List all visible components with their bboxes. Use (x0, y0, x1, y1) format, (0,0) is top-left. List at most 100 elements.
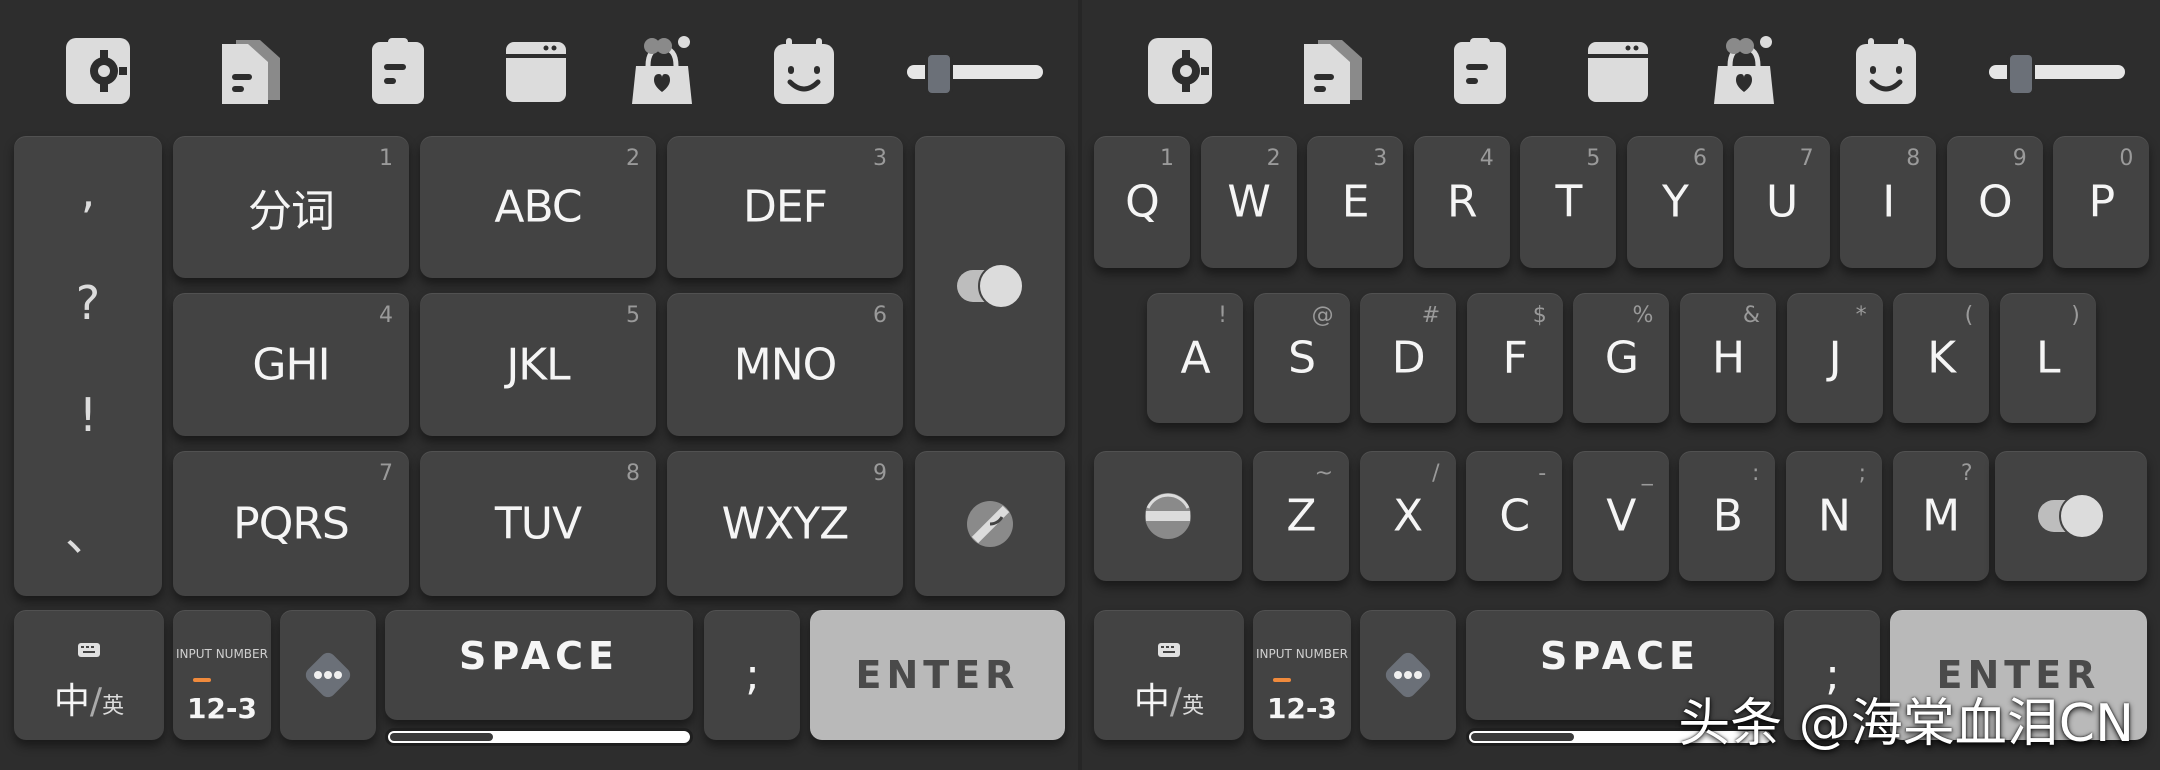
key-secondary: # (1421, 303, 1441, 328)
key-e[interactable]: 3E (1307, 136, 1404, 268)
emoji-calendar-icon[interactable] (1852, 36, 1920, 106)
key-q[interactable]: 1Q (1094, 136, 1190, 268)
key-secondary: @ (1311, 303, 1334, 328)
t9-key-3[interactable]: 3 DEF (667, 136, 903, 278)
favorites-bag-icon[interactable] (628, 36, 696, 106)
keyboard-icon (1158, 643, 1180, 657)
punct-comma[interactable]: , (14, 164, 162, 218)
key-x[interactable]: / X (1359, 451, 1456, 581)
key-secondary: ; (1858, 461, 1866, 486)
key-o[interactable]: 9O (1946, 136, 2043, 268)
emoji-calendar-icon[interactable] (770, 36, 838, 106)
clipboard-icon[interactable] (1446, 36, 1514, 106)
punct-question[interactable]: ? (14, 276, 162, 330)
key-c[interactable]: -C (1466, 451, 1563, 581)
more-options-key[interactable] (1360, 610, 1456, 740)
punct-exclamation[interactable]: ! (14, 388, 162, 442)
t9-key-4[interactable]: 4 GHI (173, 293, 409, 436)
key-s[interactable]: @ S (1253, 293, 1350, 423)
key-k[interactable]: (K (1893, 293, 1990, 423)
key-label: T (1555, 176, 1582, 228)
t9-key-8[interactable]: 8 TUV (420, 451, 656, 596)
key-i[interactable]: 8I (1840, 136, 1937, 268)
clipboard-icon[interactable] (364, 36, 432, 106)
key-r[interactable]: 4R (1413, 136, 1510, 268)
settings-icon[interactable] (64, 36, 132, 106)
key-d[interactable]: # D (1360, 293, 1457, 423)
key-number: 5 (626, 303, 640, 328)
t9-key-7[interactable]: 7 PQRS (173, 451, 409, 596)
key-n[interactable]: ; N (1786, 451, 1882, 581)
semicolon-key[interactable]: ; (704, 610, 800, 740)
key-w[interactable]: 2W (1200, 136, 1297, 268)
key-l[interactable]: ) L (1999, 293, 2096, 423)
t9-key-9[interactable]: 9 WXYZ (667, 451, 903, 596)
window-icon[interactable] (502, 36, 570, 106)
key-label: ABC (494, 181, 582, 233)
space-label: SPACE (459, 634, 619, 679)
key-z[interactable]: ~ Z (1253, 451, 1349, 581)
keyboard-height-slider[interactable] (1989, 50, 2125, 96)
key-number: 8 (626, 461, 640, 486)
punctuation-column[interactable]: , ? ! 、 (14, 136, 162, 596)
t9-key-5[interactable]: 5 JKL (420, 293, 656, 436)
key-secondary: 3 (1373, 146, 1388, 171)
punct-enumeration-comma[interactable]: 、 (14, 498, 162, 564)
key-h[interactable]: & H (1680, 293, 1776, 423)
input-number-value: 12-3 (186, 692, 258, 725)
toggle-key[interactable] (1995, 451, 2147, 581)
key-label: R (1447, 176, 1478, 228)
key-secondary: _ (1641, 461, 1653, 486)
key-number: 2 (626, 146, 640, 171)
enter-key[interactable]: ENTER (810, 610, 1065, 740)
document-icon[interactable] (1298, 36, 1366, 106)
key-a[interactable]: ! A (1147, 293, 1243, 423)
key-secondary: 0 (2119, 146, 2134, 171)
slider-thumb[interactable] (925, 52, 953, 96)
key-number: 6 (873, 303, 887, 328)
favorites-bag-icon[interactable] (1710, 36, 1778, 106)
semicolon-label: ; (745, 649, 760, 701)
t9-key-6[interactable]: 6 MNO (667, 293, 903, 436)
accent-bar (1273, 678, 1291, 682)
key-secondary: 9 (2012, 146, 2027, 171)
no-symbol-key[interactable] (1094, 451, 1242, 581)
no-symbol-key[interactable] (915, 451, 1065, 596)
slider-thumb[interactable] (2007, 52, 2035, 96)
toggle-key[interactable] (915, 136, 1065, 436)
key-secondary: - (1538, 461, 1547, 486)
key-label: Q (1125, 176, 1160, 228)
space-label: SPACE (1540, 634, 1700, 679)
key-m[interactable]: ? M (1892, 451, 1989, 581)
input-number-label: INPUT NUMBER (1256, 647, 1348, 661)
space-cursor-bar[interactable] (385, 728, 693, 746)
document-icon[interactable] (216, 36, 284, 106)
keyboard-toolbar (1082, 0, 2160, 132)
key-f[interactable]: $ F (1466, 293, 1563, 423)
space-key[interactable]: SPACE (385, 610, 693, 746)
key-j[interactable]: * J (1786, 293, 1883, 423)
key-label: D (1391, 332, 1426, 384)
t9-key-1[interactable]: 1 分词 (173, 136, 409, 278)
key-t[interactable]: 5T (1520, 136, 1617, 268)
key-label: B (1712, 490, 1743, 542)
t9-key-2[interactable]: 2 ABC (420, 136, 656, 278)
keyboard-height-slider[interactable] (907, 50, 1043, 96)
window-icon[interactable] (1584, 36, 1652, 106)
settings-icon[interactable] (1146, 36, 1214, 106)
input-number-key[interactable]: INPUT NUMBER 12-3 (1253, 610, 1351, 740)
more-options-key[interactable] (280, 610, 376, 740)
input-number-key[interactable]: INPUT NUMBER 12-3 (173, 610, 271, 740)
key-label: M (1922, 490, 1960, 542)
key-v[interactable]: _ V (1572, 451, 1669, 581)
more-dots-icon (305, 652, 351, 698)
key-p[interactable]: 0P (2053, 136, 2150, 268)
key-b[interactable]: :B (1679, 451, 1776, 581)
key-u[interactable]: 7U (1733, 136, 1830, 268)
language-switch-key[interactable]: 中/英 (14, 610, 164, 740)
key-y[interactable]: 6Y (1627, 136, 1723, 268)
language-switch-key[interactable]: 中/英 (1094, 610, 1244, 740)
key-g[interactable]: % G (1573, 293, 1670, 423)
key-label: Z (1286, 490, 1316, 542)
key-label: O (1977, 176, 2013, 228)
